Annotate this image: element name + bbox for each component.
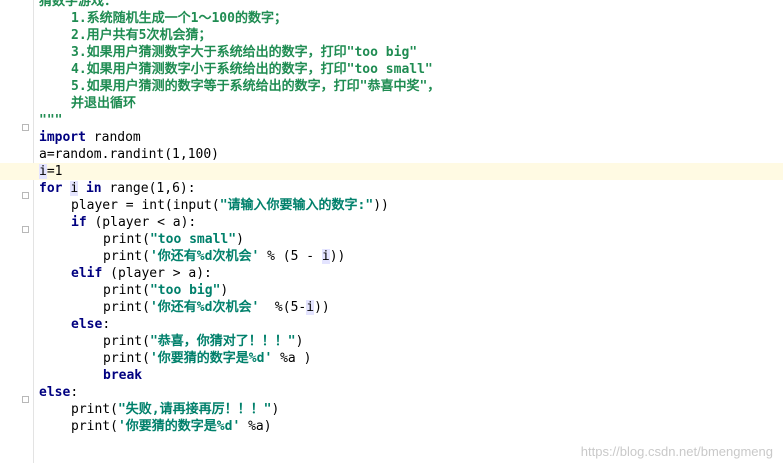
code-line: print('你要猜的数字是%d' %a) [39, 418, 783, 435]
keyword-break: break [103, 368, 143, 383]
docstring-rule-1: 1.系统随机生成一个1～100的数字； [71, 11, 287, 26]
docstring-rule-5-continued: 并退出循环 [71, 96, 137, 111]
docstring-title: 猜数字游戏： [39, 0, 118, 9]
docstring-rule-3: 3.如果用户猜测数字大于系统给出的数字，打印"too big" [71, 45, 418, 60]
code-line: 1.系统随机生成一个1～100的数字； [39, 10, 783, 27]
colon: : [102, 317, 111, 332]
code-line: 3.如果用户猜测数字大于系统给出的数字，打印"too big" [39, 44, 783, 61]
code-line: print("too big") [39, 282, 783, 299]
watermark: https://blog.csdn.net/bmengmeng [580, 444, 773, 459]
keyword-elif: elif [71, 266, 103, 281]
format-expr: %a) [240, 419, 272, 434]
string-answer: '你要猜的数字是%d' [149, 351, 273, 366]
player-assign: player = int(input( [71, 198, 220, 213]
format-end: )) [314, 300, 330, 315]
assign-i-rest: =1 [46, 164, 63, 179]
print-call: print( [103, 351, 150, 366]
keyword-if: if [71, 215, 87, 230]
keyword-else: else [71, 317, 103, 332]
fold-marker-icon[interactable] [22, 226, 29, 233]
string-remaining: '你还有%d次机会' [149, 249, 260, 264]
code-line: elif (player > a): [39, 265, 783, 282]
assign-a: a=random.randint(1,100) [39, 147, 220, 162]
string-fail: "失败,请再接再厉！！！" [117, 402, 272, 417]
code-line: 猜数字游戏： [39, 0, 783, 10]
elif-condition: (player > a): [102, 266, 212, 281]
format-expr: %a ) [272, 351, 312, 366]
close-paren: ) [271, 402, 280, 417]
code-line: """ [39, 112, 783, 129]
print-call: print( [103, 334, 150, 349]
code-line: else: [39, 316, 783, 333]
variable-i: i [306, 300, 315, 315]
code-line: 5.如果用户猜测的数字等于系统给出的数字，打印"恭喜中奖"， [39, 78, 783, 95]
code-line: print("失败,请再接再厉！！！") [39, 401, 783, 418]
code-line: print("too small") [39, 231, 783, 248]
string-too-small: "too small" [149, 232, 237, 247]
close-paren: ) [295, 334, 304, 349]
print-call: print( [103, 249, 150, 264]
colon: : [70, 385, 79, 400]
code-line: 2.用户共有5次机会猜； [39, 27, 783, 44]
keyword-else: else [39, 385, 71, 400]
code-line-current: i=1 [0, 163, 783, 180]
player-close: )) [373, 198, 389, 213]
code-line: print('你还有%d次机会' % (5 - i)) [39, 248, 783, 265]
print-call: print( [103, 283, 150, 298]
string-congrats: "恭喜，你猜对了！！！" [149, 334, 296, 349]
variable-i: i [321, 249, 330, 264]
code-line: break [39, 367, 783, 384]
docstring-rule-4: 4.如果用户猜测数字小于系统给出的数字，打印"too small" [71, 62, 433, 77]
for-variable: i [70, 181, 79, 196]
docstring-rule-5: 5.如果用户猜测的数字等于系统给出的数字，打印"恭喜中奖"， [71, 79, 441, 94]
code-line: print('你还有%d次机会' %(5-i)) [39, 299, 783, 316]
code-line: import random [39, 129, 783, 146]
format-end: )) [329, 249, 346, 264]
string-answer: '你要猜的数字是%d' [117, 419, 241, 434]
format-expr: %(5- [259, 300, 307, 315]
variable-i: i [39, 164, 47, 179]
fold-marker-icon[interactable] [22, 124, 29, 131]
format-expr: % (5 - [259, 249, 322, 264]
print-call: print( [71, 419, 118, 434]
if-condition: (player < a): [86, 215, 197, 230]
code-editor[interactable]: 猜数字游戏： 1.系统随机生成一个1～100的数字； 2.用户共有5次机会猜； … [0, 0, 783, 435]
keyword-for: for [39, 181, 63, 196]
print-call: print( [71, 402, 118, 417]
code-line: player = int(input("请输入你要输入的数字:")) [39, 197, 783, 214]
docstring-rule-2: 2.用户共有5次机会猜； [71, 28, 212, 43]
editor-gutter [0, 0, 34, 463]
code-line: print('你要猜的数字是%d' %a ) [39, 350, 783, 367]
print-call: print( [103, 232, 150, 247]
code-line: for i in range(1,6): [39, 180, 783, 197]
string-too-big: "too big" [149, 283, 221, 298]
keyword-import: import [39, 130, 86, 145]
input-prompt-string: "请输入你要输入的数字:" [219, 198, 374, 213]
fold-marker-icon[interactable] [22, 396, 29, 403]
keyword-in: in [85, 181, 102, 196]
code-line: 4.如果用户猜测数字小于系统给出的数字，打印"too small" [39, 61, 783, 78]
code-line: print("恭喜，你猜对了！！！") [39, 333, 783, 350]
code-line: a=random.randint(1,100) [39, 146, 783, 163]
fold-marker-icon[interactable] [22, 192, 29, 199]
range-expr: range(1,6): [101, 181, 196, 196]
docstring-close: """ [39, 113, 63, 128]
code-line: 并退出循环 [39, 95, 783, 112]
code-line: else: [39, 384, 783, 401]
close-paren: ) [220, 283, 229, 298]
module-name: random [85, 130, 141, 145]
code-line: if (player < a): [39, 214, 783, 231]
string-remaining: '你还有%d次机会' [149, 300, 260, 315]
close-paren: ) [236, 232, 244, 247]
print-call: print( [103, 300, 150, 315]
